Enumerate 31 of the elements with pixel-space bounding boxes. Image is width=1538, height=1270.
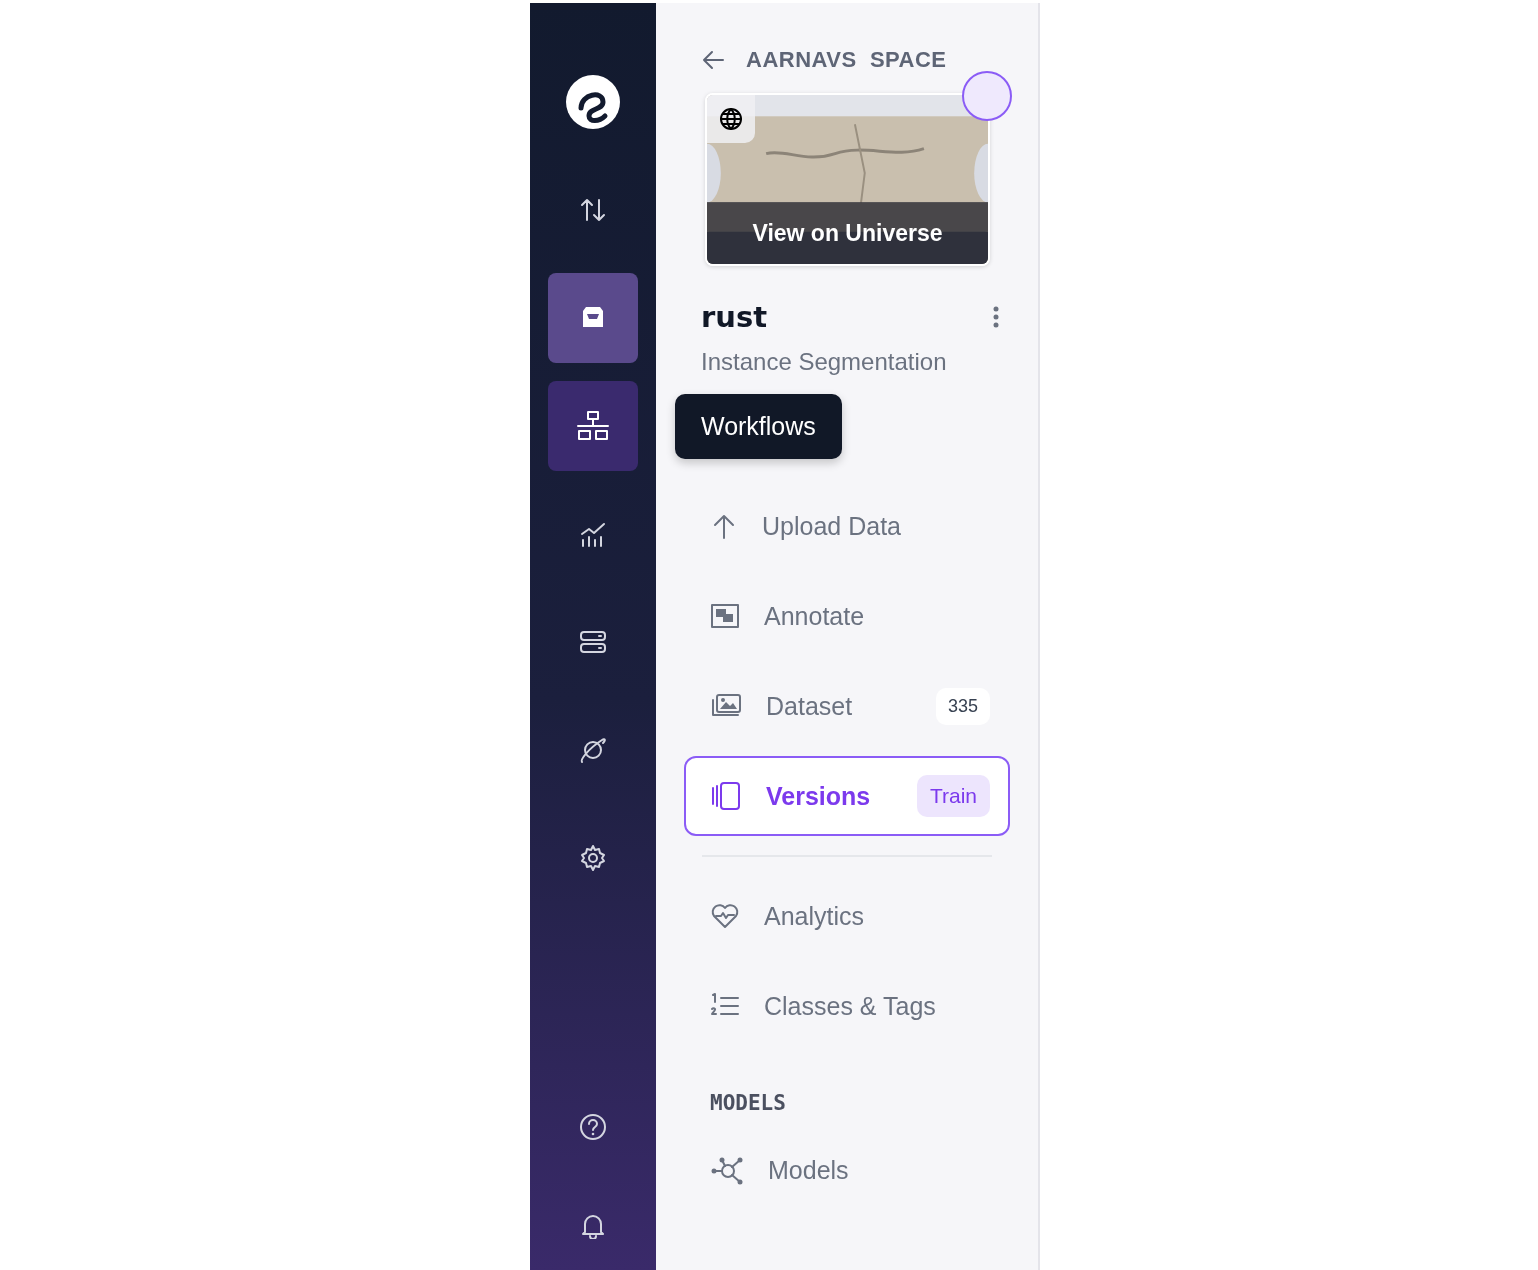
sort-arrows-icon: [579, 196, 607, 224]
avatar[interactable]: [962, 71, 1012, 121]
help-icon: [578, 1112, 608, 1142]
chart-icon: [579, 520, 607, 548]
workspace-link[interactable]: AARNAVS SPACE: [746, 47, 947, 73]
project-thumbnail-card[interactable]: View on Universe: [705, 93, 990, 266]
hierarchy-icon: [576, 409, 610, 443]
train-tag: Train: [916, 775, 990, 817]
stacked-cards-icon: [710, 780, 742, 812]
planet-icon: [578, 735, 608, 765]
nav-rail-button[interactable]: [548, 381, 638, 471]
nav-item[interactable]: Annotate: [684, 576, 1010, 656]
annotate-icon: [710, 601, 740, 631]
server-icon: [579, 628, 607, 656]
heart-pulse-icon: [710, 901, 740, 931]
nav-item[interactable]: Dataset 335: [684, 666, 1010, 746]
nav-item[interactable]: Versions Train: [684, 756, 1010, 836]
nav-item[interactable]: Analytics: [684, 876, 1010, 956]
settings-icon: [579, 844, 607, 872]
nav-rail-button[interactable]: [548, 273, 638, 363]
count-badge: 335: [935, 687, 990, 725]
view-on-universe-link[interactable]: View on Universe: [707, 202, 988, 264]
project-name: rust: [701, 300, 768, 334]
nav-item[interactable]: Classes & Tags: [684, 966, 1010, 1046]
tooltip: Workflows: [675, 394, 842, 459]
project-type: Instance Segmentation: [701, 348, 948, 376]
nav-item[interactable]: Models: [684, 1130, 1010, 1210]
logo-icon[interactable]: [565, 74, 621, 130]
section-heading: MODELS: [710, 1091, 787, 1115]
globe-icon: [718, 106, 744, 132]
nav-item[interactable]: Upload Data: [684, 486, 1010, 566]
